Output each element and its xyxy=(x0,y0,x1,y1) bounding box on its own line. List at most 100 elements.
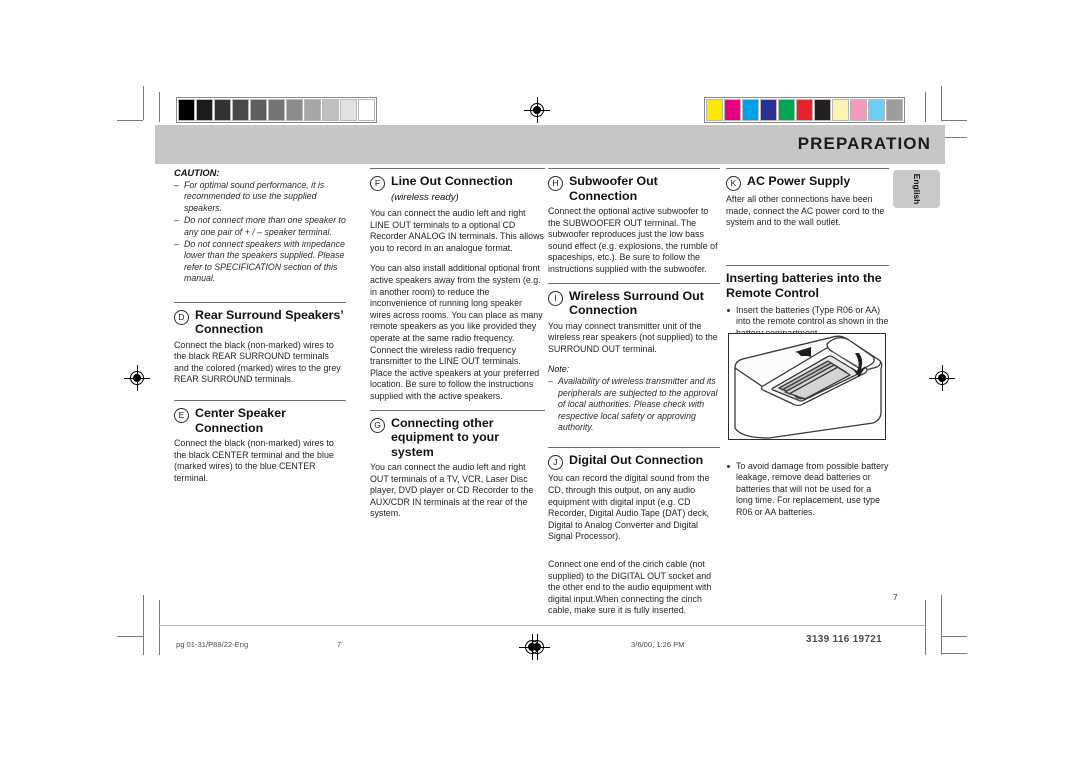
footer-filename: pg 01-31/P88/22-Eng xyxy=(176,640,249,649)
trim-rule-top-left xyxy=(117,120,143,121)
swatch-1 xyxy=(724,99,741,121)
section-h-paragraph: Connect the optional active subwoofer to… xyxy=(548,206,718,274)
caution-title: CAUTION: xyxy=(174,168,220,178)
swatch-1 xyxy=(196,99,213,121)
grayscale-calibration-bar xyxy=(176,97,377,123)
footer-page-left: 7 xyxy=(337,640,342,649)
swatch-5 xyxy=(268,99,285,121)
column-1: CAUTION: For optimal sound performance, … xyxy=(174,168,346,484)
caution-item: Do not connect more than one speaker to … xyxy=(174,215,346,238)
section-d-heading: D Rear Surround Speakers’ Connection xyxy=(174,301,346,337)
swatch-10 xyxy=(886,99,903,121)
swatch-8 xyxy=(850,99,867,121)
swatch-3 xyxy=(760,99,777,121)
swatch-9 xyxy=(868,99,885,121)
registration-mark-left xyxy=(124,365,150,391)
footer-timestamp: 3/6/00, 1:26 PM xyxy=(631,640,685,649)
section-h-title: Subwoofer Out Connection xyxy=(569,174,658,203)
swatch-9 xyxy=(340,99,357,121)
swatch-4 xyxy=(778,99,795,121)
batteries-heading: Inserting batteries into the Remote Cont… xyxy=(726,264,889,301)
note-item: Availability of wireless transmitter and… xyxy=(548,376,720,433)
swatch-5 xyxy=(796,99,813,121)
section-letter-e: E xyxy=(174,408,189,424)
section-f-paragraph: You can also install additional optional… xyxy=(370,263,543,401)
section-j-paragraph: You can record the digital sound from th… xyxy=(548,473,710,542)
swatch-7 xyxy=(832,99,849,121)
trim-rule-right-inner xyxy=(925,92,926,122)
language-tab-label: English xyxy=(911,173,922,205)
registration-mark-right xyxy=(929,365,955,391)
note-list: Availability of wireless transmitter and… xyxy=(548,376,720,433)
column-3: H Subwoofer Out Connection Connect the o… xyxy=(548,168,720,617)
section-j-heading: J Digital Out Connection xyxy=(548,447,720,471)
trim-rule-left-lower xyxy=(143,595,144,655)
section-k: K AC Power Supply After all other connec… xyxy=(726,168,889,229)
section-k-paragraph: After all other connections have been ma… xyxy=(726,194,885,228)
swatch-6 xyxy=(814,99,831,121)
section-f-heading: F Line Out Connection (wireless ready) xyxy=(370,168,545,205)
section-h-heading: H Subwoofer Out Connection xyxy=(548,168,720,203)
section-i-paragraph: You may connect transmitter unit of the … xyxy=(548,320,718,354)
page-header-band: PREPARATION xyxy=(155,125,945,164)
section-k-title: AC Power Supply xyxy=(747,174,851,188)
section-letter-h: H xyxy=(548,176,563,191)
section-i-title: Wireless Surround Out Connection xyxy=(569,288,704,318)
note-title: Note: xyxy=(548,364,570,375)
section-letter-g: G xyxy=(370,417,385,433)
section-letter-i: I xyxy=(548,290,563,306)
section-f: F Line Out Connection (wireless ready) Y… xyxy=(370,168,545,403)
caution-item: Do not connect speakers with impedance l… xyxy=(174,239,346,285)
section-letter-k: K xyxy=(726,176,741,191)
section-e-title: Center Speaker Connection xyxy=(195,406,286,435)
swatch-0 xyxy=(706,99,723,121)
swatch-4 xyxy=(250,99,267,121)
section-g-heading: G Connecting other equipment to your sys… xyxy=(370,409,545,460)
trim-rule-top-right xyxy=(941,120,967,121)
section-g-title: Connecting other equipment to your syste… xyxy=(391,415,500,459)
remote-control-illustration xyxy=(728,333,886,440)
section-e: E Center Speaker Connection Connect the … xyxy=(174,400,346,484)
section-f-title-main: Line Out Connection xyxy=(391,174,513,188)
section-f-paragraph: You can connect the audio left and right… xyxy=(370,208,544,253)
trim-rule-bottom-left xyxy=(117,636,143,637)
section-i-heading: I Wireless Surround Out Connection xyxy=(548,282,720,318)
section-j: J Digital Out Connection You can record … xyxy=(548,447,720,617)
swatch-0 xyxy=(178,99,195,121)
language-tab-english: English xyxy=(893,170,940,208)
section-g: G Connecting other equipment to your sys… xyxy=(370,409,545,520)
remote-control-battery-compartment-icon xyxy=(734,335,883,439)
swatch-8 xyxy=(322,99,339,121)
section-letter-f: F xyxy=(370,176,385,191)
section-f-title: Line Out Connection (wireless ready) xyxy=(391,174,545,205)
trim-rule-right-inner-lower xyxy=(925,600,926,655)
swatch-6 xyxy=(286,99,303,121)
footer-document-code: 3139 116 19721 xyxy=(806,634,882,645)
trim-rule-bottom-right xyxy=(941,636,967,637)
batteries-title: Inserting batteries into the Remote Cont… xyxy=(726,270,882,300)
trim-rule-right-outer xyxy=(941,86,942,120)
section-k-heading: K AC Power Supply xyxy=(726,168,889,191)
section-e-paragraph: Connect the black (non-marked) wires to … xyxy=(174,438,334,483)
page-title: PREPARATION xyxy=(797,134,931,153)
section-letter-j: J xyxy=(548,455,563,471)
caution-list: For optimal sound performance, it is rec… xyxy=(174,180,346,285)
trim-rule-left-inner xyxy=(159,92,160,122)
caution-item: For optimal sound performance, it is rec… xyxy=(174,180,346,214)
trim-rule-bottom-right2 xyxy=(941,653,967,654)
swatch-7 xyxy=(304,99,321,121)
footer-divider xyxy=(159,625,925,626)
swatch-2 xyxy=(742,99,759,121)
section-h: H Subwoofer Out Connection Connect the o… xyxy=(548,168,720,276)
registration-mark-bottom-right xyxy=(519,634,545,660)
swatch-10 xyxy=(358,99,375,121)
column-2: F Line Out Connection (wireless ready) Y… xyxy=(370,168,545,520)
registration-mark-top-center xyxy=(524,97,550,123)
section-d: D Rear Surround Speakers’ Connection Con… xyxy=(174,301,346,386)
section-i: I Wireless Surround Out Connection You m… xyxy=(548,282,720,434)
